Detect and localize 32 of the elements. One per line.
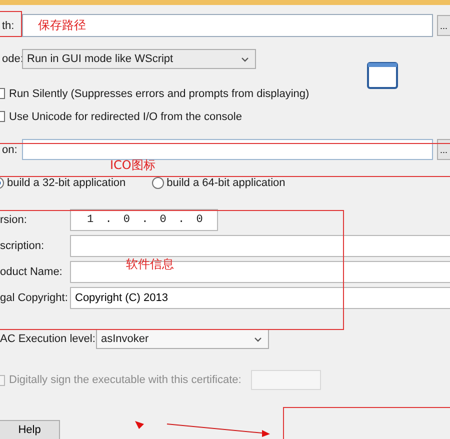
version-field[interactable]: 1 . 0 . 0 . 0 — [70, 209, 218, 231]
chevron-icon — [241, 56, 249, 62]
annotation-frame — [0, 11, 22, 37]
field-label: gal Copyright: — [0, 292, 69, 304]
text-field[interactable]: Copyright (C) 2013 — [70, 287, 450, 309]
field-label: scription: — [0, 240, 46, 252]
radio-button[interactable] — [152, 177, 164, 189]
annotation-text: 保存路径 — [38, 17, 86, 34]
checkbox-label: Digitally sign the executable with this certificate: — [9, 374, 242, 386]
field-label: rsion: — [0, 214, 28, 226]
annotation-text: ICO图标 — [110, 157, 156, 174]
field-label: oduct Name: — [0, 266, 64, 278]
mode-dropdown[interactable]: Run in GUI mode like WScript — [22, 49, 256, 69]
text-field[interactable] — [70, 235, 450, 257]
window-icon — [367, 62, 398, 89]
browse-button[interactable]: ... — [437, 139, 450, 160]
radio-label: build a 32-bit application — [7, 177, 126, 189]
radio-label: build a 64-bit application — [166, 177, 286, 189]
checkbox-label: Use Unicode for redirected I/O from the console — [9, 110, 242, 122]
certificate-field[interactable] — [251, 370, 322, 390]
icon-field[interactable] — [22, 139, 433, 160]
annotation-text: 软件信息 — [126, 256, 174, 273]
checkbox-label: Run Silently (Suppresses errors and prompts from displaying) — [9, 88, 310, 100]
mode-label: ode: — [1, 53, 22, 65]
browse-button[interactable]: ... — [437, 15, 450, 36]
chevron-icon — [254, 336, 262, 342]
uac-label: AC Execution level: — [0, 333, 96, 345]
icon-label: on: — [1, 144, 18, 156]
uac-dropdown[interactable]: asInvoker — [96, 329, 269, 349]
path-field[interactable] — [22, 14, 433, 37]
help-button[interactable]: Help — [0, 420, 60, 439]
path-label: th: — [1, 20, 16, 32]
